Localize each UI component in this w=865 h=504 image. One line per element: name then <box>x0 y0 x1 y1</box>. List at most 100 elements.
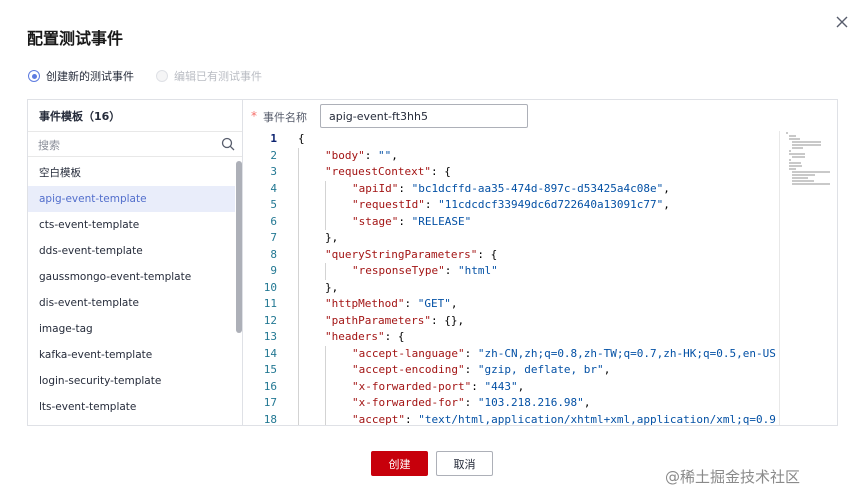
cancel-button[interactable]: 取消 <box>436 451 493 476</box>
json-string: "text/html,application/xhtml+xml,applica… <box>418 412 776 426</box>
code-line: "apiId": "bc1dcffd-aa35-474d-897c-d53425… <box>298 180 778 197</box>
template-item[interactable]: dis-event-template <box>28 290 235 316</box>
create-button[interactable]: 创建 <box>371 451 428 476</box>
indent-guide <box>298 296 299 313</box>
code-line: "accept-language": "zh-CN,zh;q=0.8,zh-TW… <box>298 345 778 362</box>
template-item[interactable]: kafka-event-template <box>28 342 235 368</box>
json-string: "html" <box>457 264 498 277</box>
indent-guide <box>298 411 299 425</box>
code-line: "responseType": "html" <box>298 263 778 280</box>
json-punctuation: : { <box>430 165 451 178</box>
json-punctuation: , <box>450 297 458 310</box>
json-key: "x-forwarded-port" <box>352 379 472 393</box>
json-key: "accept-language" <box>352 346 465 360</box>
code-lines[interactable]: {"body": "", "requestContext": {"apiId": … <box>298 131 778 425</box>
indent-guide <box>325 378 326 395</box>
template-item[interactable]: gaussmongo-event-template <box>28 264 235 290</box>
json-key: "accept" <box>352 412 405 426</box>
editor-overview-ruler <box>779 131 780 425</box>
indent-guide <box>325 395 326 412</box>
json-string: "bc1dcffd-aa35-474d-897c-d53425a4c08e" <box>411 181 664 195</box>
template-item[interactable]: cts-event-template <box>28 212 235 238</box>
code-line: "httpMethod": "GET", <box>298 296 778 313</box>
json-punctuation: }, <box>325 280 339 294</box>
indent-guide <box>298 230 299 247</box>
minimap-line <box>792 174 815 176</box>
line-number: 14 <box>263 346 277 360</box>
code-line: "headers": { <box>298 329 778 346</box>
indent-guide <box>298 378 299 395</box>
json-key: "headers" <box>325 330 385 343</box>
indent-guide <box>298 246 299 263</box>
json-punctuation: , <box>517 379 525 393</box>
indent-guide <box>298 362 299 379</box>
json-punctuation: : <box>471 379 485 393</box>
json-key: "requestContext" <box>325 165 431 178</box>
radio-label: 创建新的测试事件 <box>46 70 134 83</box>
minimap-line <box>792 177 808 179</box>
radio-label: 编辑已有测试事件 <box>174 70 262 83</box>
event-name-input[interactable] <box>320 104 528 128</box>
indent-guide <box>298 345 299 362</box>
json-punctuation: , <box>391 148 398 162</box>
code-line: "requestContext": { <box>298 164 778 181</box>
event-name-row: * 事件名称 <box>243 100 837 130</box>
indent-guide <box>325 180 326 197</box>
radio-create-new-event[interactable]: 创建新的测试事件 <box>28 68 134 84</box>
event-editor-area: * 事件名称 123456789101112131415161718 {"bod… <box>243 100 837 425</box>
template-item[interactable]: dds-event-template <box>28 238 235 264</box>
json-code-editor[interactable]: 1 2 3 4 5 6 7 8 9 10 11 12 13 14 15 16 17 18 {"body": "",… <box>243 131 837 425</box>
minimap-line <box>789 138 800 140</box>
close-icon[interactable] <box>834 14 850 30</box>
indent-guide <box>298 147 299 164</box>
line-number: 5 <box>270 198 277 211</box>
minimap-line <box>792 144 821 146</box>
minimap-line <box>792 147 803 149</box>
template-item[interactable]: 空白模板 <box>28 160 235 186</box>
template-search-box <box>28 131 242 158</box>
code-line: }, <box>298 230 778 247</box>
minimap-line <box>789 150 791 152</box>
json-punctuation: : <box>398 214 412 228</box>
template-list: 空白模板 apig-event-template cts-event-templat… <box>28 160 235 420</box>
json-punctuation: , <box>663 198 670 211</box>
line-number: 10 <box>263 280 277 294</box>
dialog-title: 配置测试事件 <box>27 29 124 48</box>
minimap-line <box>792 183 830 185</box>
template-item[interactable]: apig-event-template <box>28 186 235 212</box>
indent-guide <box>325 411 326 425</box>
template-item[interactable]: image-tag <box>28 316 235 342</box>
json-punctuation: , <box>583 396 591 409</box>
radio-checked-indicator[interactable] <box>28 70 40 82</box>
minimap-line <box>786 132 788 134</box>
code-line: "accept-encoding": "gzip, deflate, br", <box>298 362 778 379</box>
json-punctuation: , <box>663 181 670 195</box>
indent-guide <box>325 197 326 214</box>
json-punctuation: : { <box>477 247 498 261</box>
template-list-header: 事件模板（16） <box>39 110 121 123</box>
minimap-line <box>792 156 805 158</box>
template-search-input[interactable] <box>28 132 220 158</box>
json-punctuation: : <box>398 181 412 195</box>
code-line: "body": "", <box>298 147 778 164</box>
line-number: 16 <box>263 379 277 393</box>
minimap-line <box>792 180 814 182</box>
minimap-line <box>792 141 821 143</box>
indent-guide <box>298 164 299 181</box>
search-icon[interactable] <box>221 137 235 151</box>
line-number: 13 <box>263 330 277 343</box>
template-item[interactable]: login-security-template <box>28 368 235 394</box>
template-list-scrollbar[interactable] <box>236 161 242 333</box>
line-number: 4 <box>270 181 277 195</box>
minimap-line <box>789 165 802 167</box>
minimap-line <box>792 171 830 173</box>
event-mode-radio-group: 创建新的测试事件 编辑已有测试事件 <box>28 68 284 84</box>
code-line: "requestId": "11cdcdcf33949dc6d722640a13… <box>298 197 778 214</box>
line-number: 17 <box>263 396 277 409</box>
code-minimap[interactable] <box>783 131 831 185</box>
minimap-line <box>789 135 796 137</box>
indent-guide <box>298 329 299 346</box>
watermark-text: @稀土掘金技术社区 <box>665 468 801 486</box>
json-string: "zh-CN,zh;q=0.8,zh-TW;q=0.7,zh-HK;q=0.5,… <box>477 346 776 360</box>
template-item[interactable]: lts-event-template <box>28 394 235 420</box>
